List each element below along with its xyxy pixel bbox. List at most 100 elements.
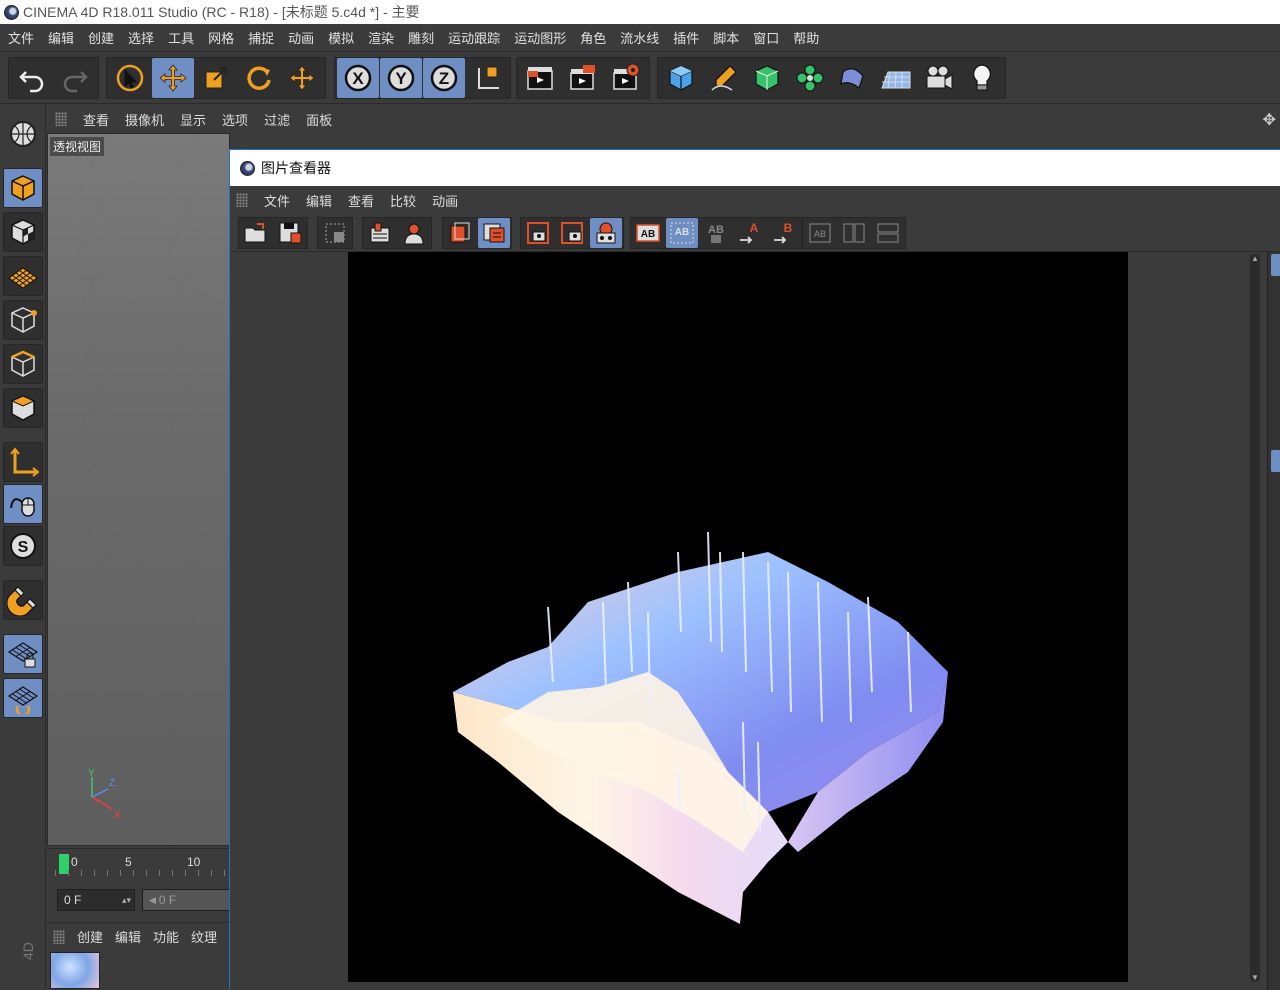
rendered-image-canvas[interactable] [348, 252, 1128, 982]
camera-button[interactable] [918, 58, 960, 98]
menu-pipeline[interactable]: 流水线 [620, 28, 659, 47]
start-frame-field[interactable]: ◀ 0 F [142, 889, 230, 911]
polygons-mode-button[interactable] [3, 388, 43, 428]
menu-simulate[interactable]: 模拟 [328, 28, 354, 47]
scale-tool-button[interactable] [195, 58, 237, 98]
y-axis-lock-button[interactable]: Y [380, 58, 422, 98]
menu-mesh[interactable]: 网格 [208, 28, 234, 47]
pv-menu-compare[interactable]: 比较 [390, 191, 416, 210]
panel-grip-icon[interactable] [236, 193, 248, 207]
global-view-button[interactable] [3, 114, 43, 154]
viewport-menu-cameras[interactable]: 摄像机 [125, 110, 164, 129]
perspective-viewport[interactable]: Y Z X [47, 133, 230, 846]
set-a-button[interactable]: A [734, 218, 766, 248]
multi-pass-button[interactable] [478, 218, 510, 248]
menu-snap[interactable]: 捕捉 [248, 28, 274, 47]
material-menu-create[interactable]: 创建 [77, 927, 103, 946]
live-selection-button[interactable] [109, 58, 151, 98]
viewport-menu-filter[interactable]: 过滤 [264, 110, 290, 129]
menu-mograph[interactable]: 运动图形 [514, 28, 566, 47]
solo-button[interactable]: S [3, 526, 43, 566]
side-tab-button-2[interactable] [1271, 450, 1280, 472]
pv-menu-edit[interactable]: 编辑 [306, 191, 332, 210]
open-image-button[interactable] [240, 218, 272, 248]
planar-workplane-button[interactable] [3, 678, 43, 718]
model-mode-button[interactable] [3, 168, 43, 208]
menu-sculpt[interactable]: 雕刻 [408, 28, 434, 47]
undo-button[interactable] [11, 58, 53, 98]
viewport-menu-display[interactable]: 显示 [180, 110, 206, 129]
menu-character[interactable]: 角色 [580, 28, 606, 47]
material-menu-texture[interactable]: 纹理 [191, 927, 217, 946]
panel-grip-icon[interactable] [53, 929, 65, 944]
texture-mode-button[interactable] [3, 212, 43, 252]
pv-menu-view[interactable]: 查看 [348, 191, 374, 210]
floor-environment-button[interactable] [875, 58, 917, 98]
coordinate-system-button[interactable] [466, 58, 508, 98]
scroll-up-icon[interactable]: ▲ [1250, 254, 1260, 263]
enable-snap-button[interactable] [3, 580, 43, 620]
ab-split-button[interactable]: AB [666, 218, 698, 248]
axis-mode-button[interactable] [3, 442, 43, 482]
menu-plugins[interactable]: 插件 [673, 28, 699, 47]
channels-button[interactable] [319, 218, 351, 248]
rotate-tool-button[interactable] [238, 58, 280, 98]
set-b-button[interactable]: B [768, 218, 800, 248]
deformer-button[interactable] [832, 58, 874, 98]
ab-toggle-button[interactable]: AB [632, 218, 664, 248]
render-to-picture-viewer-button[interactable] [562, 58, 604, 98]
compare-view-button[interactable] [590, 218, 622, 248]
move-tool-button[interactable] [152, 58, 194, 98]
picture-viewer-titlebar[interactable]: 图片查看器 [230, 150, 1280, 186]
stop-render-button[interactable] [364, 218, 396, 248]
redo-button[interactable] [54, 58, 96, 98]
pv-menu-file[interactable]: 文件 [264, 191, 290, 210]
scroll-down-icon[interactable]: ▼ [1250, 973, 1260, 982]
render-settings-button[interactable] [605, 58, 647, 98]
ab-difference-button[interactable]: AB [700, 218, 732, 248]
swap-ab-button[interactable]: AB [804, 218, 836, 248]
side-tab-button[interactable] [1271, 254, 1280, 276]
ab-horizontal-button[interactable] [838, 218, 870, 248]
cube-object-button[interactable] [660, 58, 702, 98]
tweak-mode-button[interactable] [3, 484, 43, 524]
stepper-arrows-icon[interactable]: ▴▾ [122, 895, 131, 906]
x-axis-lock-button[interactable]: X [337, 58, 379, 98]
show-a-button[interactable] [522, 218, 554, 248]
viewport-menu-view[interactable]: 查看 [83, 110, 109, 129]
ab-vertical-button[interactable] [872, 218, 904, 248]
cloner-button[interactable] [789, 58, 831, 98]
lock-workplane-button[interactable] [3, 634, 43, 674]
menu-edit[interactable]: 编辑 [48, 28, 74, 47]
save-image-button[interactable] [274, 218, 306, 248]
render-view-button[interactable] [519, 58, 561, 98]
z-axis-lock-button[interactable]: Z [423, 58, 465, 98]
single-pass-button[interactable] [444, 218, 476, 248]
render-user-button[interactable] [398, 218, 430, 248]
menu-tools[interactable]: 工具 [168, 28, 194, 47]
menu-render[interactable]: 渲染 [368, 28, 394, 47]
menu-window[interactable]: 窗口 [753, 28, 779, 47]
panel-grip-icon[interactable] [55, 112, 67, 126]
edges-mode-button[interactable] [3, 344, 43, 384]
light-button[interactable] [961, 58, 1003, 98]
material-menu-function[interactable]: 功能 [153, 927, 179, 946]
timeline[interactable]: 0 5 10 [47, 848, 230, 878]
recent-tool-button[interactable] [281, 58, 323, 98]
pen-spline-button[interactable] [703, 58, 745, 98]
menu-create[interactable]: 创建 [88, 28, 114, 47]
subdivision-surface-button[interactable] [746, 58, 788, 98]
menu-help[interactable]: 帮助 [793, 28, 819, 47]
current-frame-field[interactable]: 0 F ▴▾ [57, 889, 135, 911]
viewport-menu-panel[interactable]: 面板 [306, 110, 332, 129]
menu-script[interactable]: 脚本 [713, 28, 739, 47]
points-mode-button[interactable] [3, 300, 43, 340]
menu-select[interactable]: 选择 [128, 28, 154, 47]
workplane-mode-button[interactable] [3, 256, 43, 296]
show-b-button[interactable] [556, 218, 588, 248]
menu-motion-tracking[interactable]: 运动跟踪 [448, 28, 500, 47]
picture-viewer-scrollbar[interactable]: ▲ ▼ [1250, 254, 1260, 982]
pv-menu-animation[interactable]: 动画 [432, 191, 458, 210]
menu-animate[interactable]: 动画 [288, 28, 314, 47]
material-menu-edit[interactable]: 编辑 [115, 927, 141, 946]
